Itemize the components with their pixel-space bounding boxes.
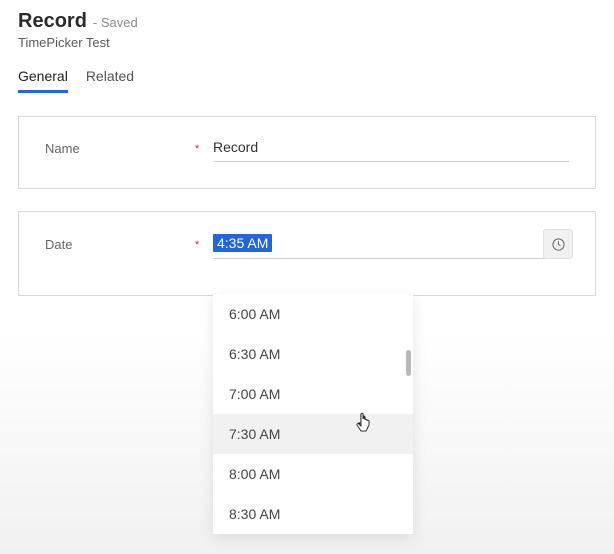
name-input[interactable]: Record bbox=[213, 135, 569, 162]
time-option[interactable]: 8:30 AM bbox=[213, 494, 413, 534]
date-field-label: Date bbox=[45, 237, 195, 252]
time-option[interactable]: 6:30 AM bbox=[213, 334, 413, 374]
name-input-value: Record bbox=[213, 139, 258, 155]
time-dropdown[interactable]: 6:00 AM 6:30 AM 7:00 AM 7:30 AM 8:00 AM … bbox=[213, 294, 413, 534]
time-option[interactable]: 7:30 AM bbox=[213, 414, 413, 454]
tab-general[interactable]: General bbox=[18, 68, 68, 93]
time-option[interactable]: 7:00 AM bbox=[213, 374, 413, 414]
name-field-label: Name bbox=[45, 141, 195, 156]
required-indicator: * bbox=[195, 143, 203, 155]
clock-icon bbox=[551, 237, 566, 252]
time-input[interactable]: 4:35 AM bbox=[213, 230, 569, 259]
tab-bar: General Related bbox=[18, 68, 596, 94]
save-status: - Saved bbox=[93, 15, 138, 30]
required-indicator: * bbox=[195, 239, 203, 251]
entity-name: TimePicker Test bbox=[18, 35, 596, 50]
section-name: Name * Record bbox=[18, 116, 596, 189]
time-option[interactable]: 8:00 AM bbox=[213, 454, 413, 494]
time-picker-button[interactable] bbox=[543, 229, 573, 259]
dropdown-scrollbar[interactable] bbox=[406, 350, 411, 376]
time-input-value: 4:35 AM bbox=[213, 234, 272, 252]
time-option[interactable]: 6:00 AM bbox=[213, 294, 413, 334]
page-title: Record bbox=[18, 10, 87, 33]
tab-related[interactable]: Related bbox=[86, 68, 134, 93]
section-date: Date * 4:35 AM bbox=[18, 211, 596, 296]
